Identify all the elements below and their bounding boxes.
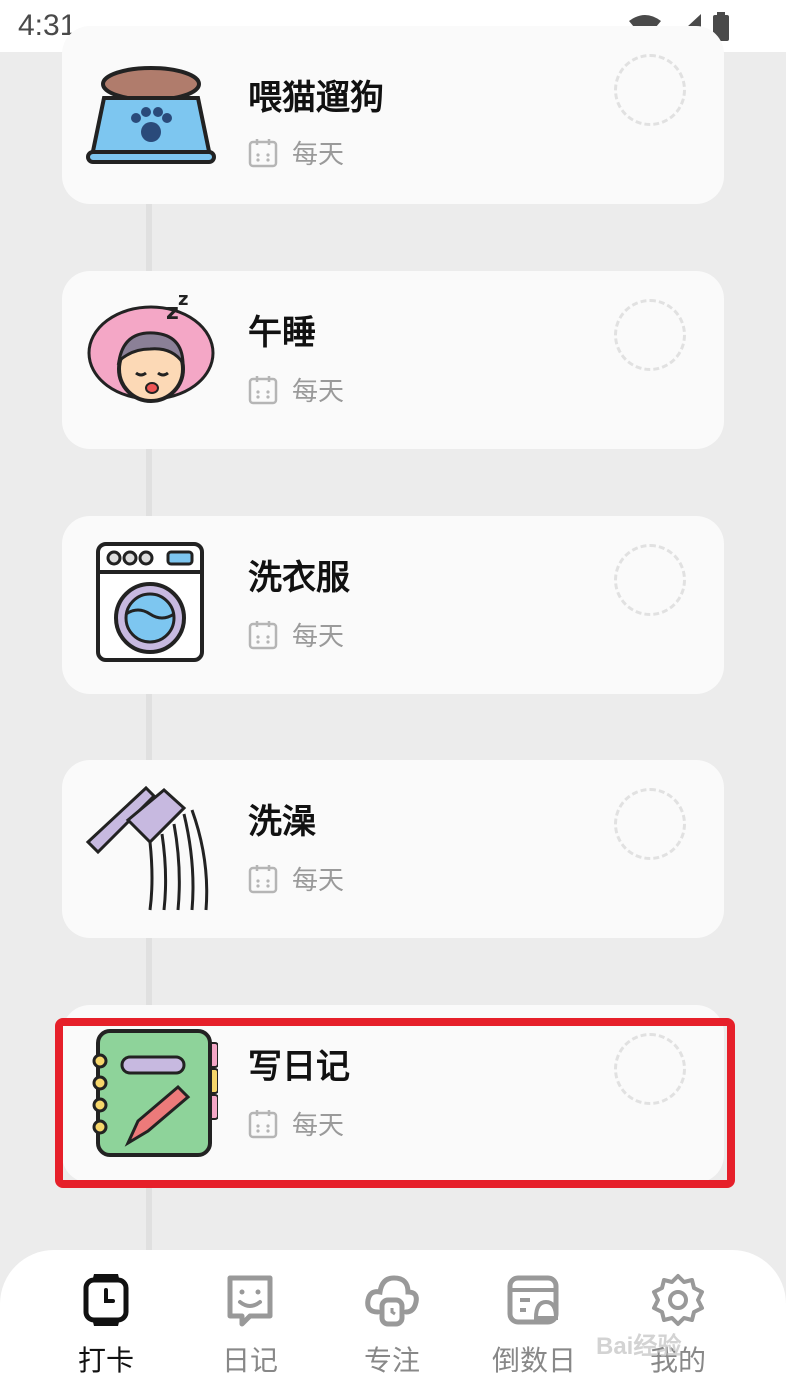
check-circle[interactable] xyxy=(614,788,686,860)
svg-text:z: z xyxy=(178,291,188,310)
tab-label: 专注 xyxy=(363,1345,420,1376)
task-card[interactable]: z z 午睡 每天 xyxy=(62,271,724,449)
tab-label: 倒数日 xyxy=(491,1345,576,1376)
task-frequency-label: 每天 xyxy=(292,621,345,651)
task-title: 洗衣服 xyxy=(248,559,350,597)
task-title: 午睡 xyxy=(248,314,316,352)
tab-focus[interactable]: 专注 xyxy=(322,1272,462,1379)
check-circle[interactable] xyxy=(614,299,686,371)
check-circle[interactable] xyxy=(614,544,686,616)
calendar-icon xyxy=(248,864,278,893)
tab-checkin[interactable]: 打卡 xyxy=(36,1272,176,1379)
task-frequency: 每天 xyxy=(248,134,344,171)
pet-bowl-icon xyxy=(86,66,216,164)
tab-countdown[interactable]: 倒数日 xyxy=(464,1272,604,1379)
washing-machine-icon xyxy=(96,542,204,662)
calendar-icon xyxy=(248,375,278,404)
tab-diary[interactable]: 日记 xyxy=(180,1272,320,1379)
tab-label: 日记 xyxy=(221,1345,278,1376)
task-title: 洗澡 xyxy=(248,803,316,841)
task-frequency-label: 每天 xyxy=(292,376,345,406)
watch-icon xyxy=(83,1274,129,1326)
check-circle[interactable] xyxy=(614,54,686,126)
task-title: 喂猫遛狗 xyxy=(248,79,384,117)
task-frequency: 每天 xyxy=(248,371,344,408)
calendar-icon xyxy=(248,138,278,167)
task-frequency-label: 每天 xyxy=(292,139,345,169)
watermark: Bai经验 xyxy=(596,1333,682,1360)
task-card[interactable]: 洗衣服 每天 xyxy=(62,516,724,694)
calendar-icon xyxy=(248,620,278,649)
task-card[interactable]: 喂猫遛狗 每天 xyxy=(62,26,724,204)
focus-cloud-icon xyxy=(365,1275,419,1327)
task-frequency: 每天 xyxy=(248,616,344,653)
task-frequency: 每天 xyxy=(248,860,344,897)
gear-icon xyxy=(652,1274,704,1326)
highlight-box xyxy=(55,1018,735,1188)
tab-label: 打卡 xyxy=(77,1345,134,1376)
task-card[interactable]: 洗澡 每天 xyxy=(62,760,724,938)
shower-icon xyxy=(85,785,209,911)
sleeping-person-icon: z z xyxy=(87,291,215,403)
calendar-bell-icon xyxy=(507,1275,559,1325)
smile-note-icon xyxy=(227,1275,273,1327)
svg-text:z: z xyxy=(166,300,179,325)
task-frequency-label: 每天 xyxy=(292,865,345,895)
